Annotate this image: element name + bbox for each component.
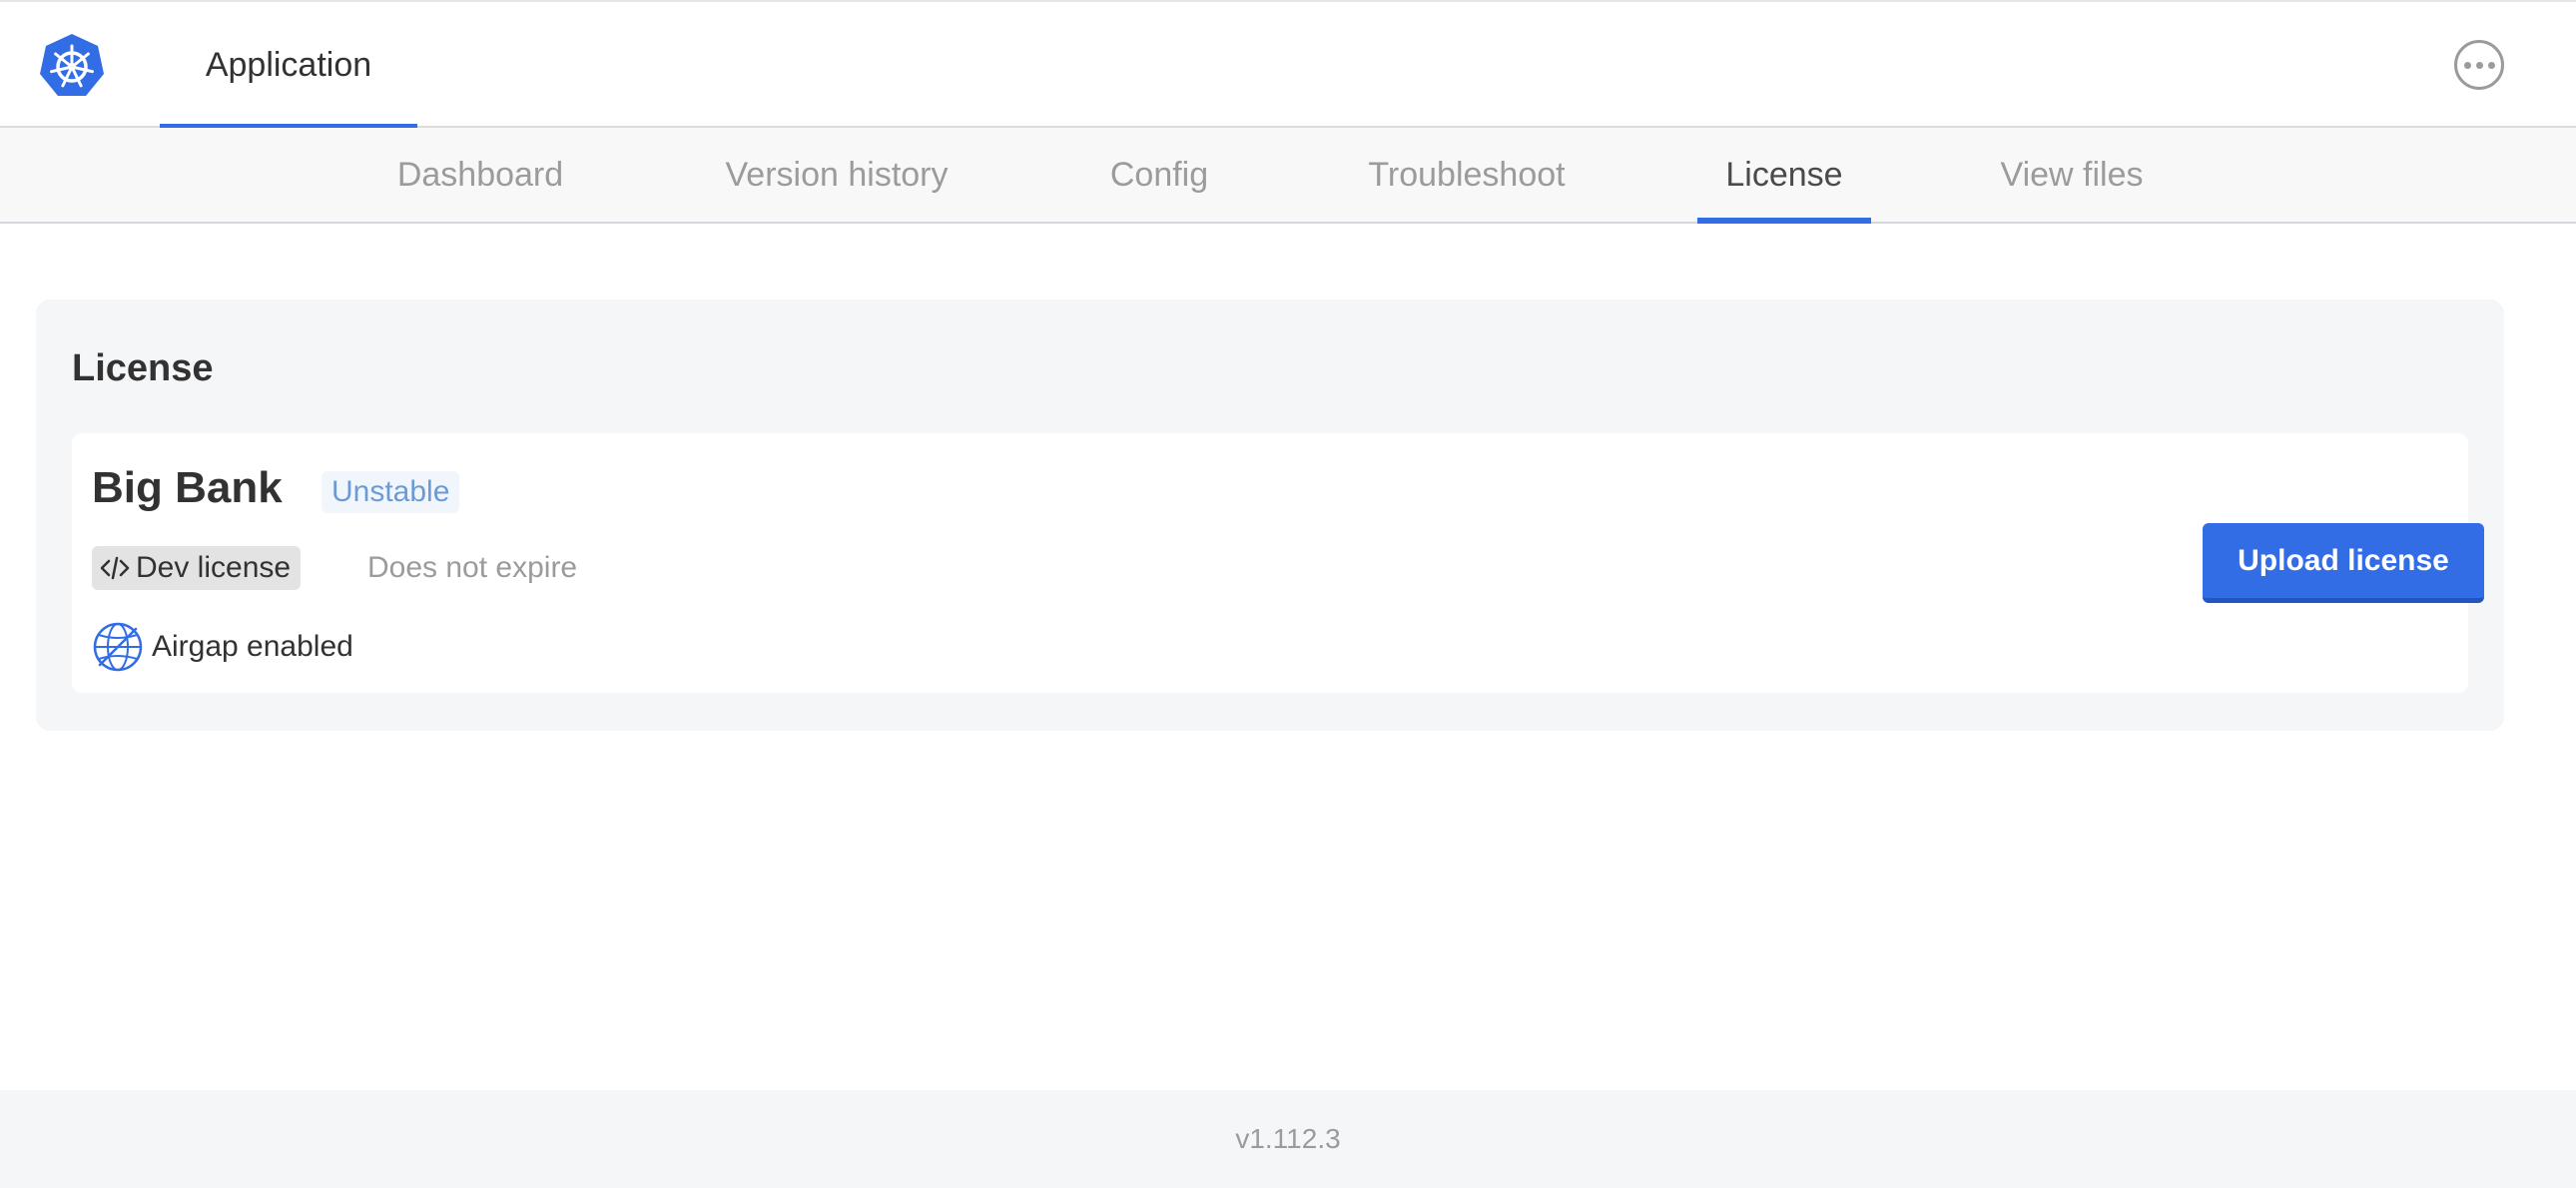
customer-name: Big Bank — [92, 463, 283, 512]
channel-badge: Unstable — [322, 471, 460, 513]
license-panel: License Big Bank Unstable Dev license Do… — [36, 299, 2504, 731]
tab-application[interactable]: Application — [160, 2, 417, 130]
license-card: Big Bank Unstable Dev license Does not e… — [72, 433, 2484, 693]
tab-dashboard[interactable]: Dashboard — [375, 128, 585, 222]
tab-application-label: Application — [205, 45, 372, 84]
tab-license[interactable]: License — [1697, 128, 1871, 224]
tab-view-files[interactable]: View files — [1985, 128, 2159, 222]
dev-license-label: Dev license — [136, 551, 292, 584]
airgap-status: Airgap enabled — [92, 621, 353, 673]
more-options-icon[interactable] — [2454, 40, 2504, 90]
footer: v1.112.3 — [0, 1090, 2576, 1188]
top-header: Application — [0, 0, 2576, 130]
tab-version-history[interactable]: Version history — [699, 128, 974, 222]
upload-license-button[interactable]: Upload license — [2203, 523, 2484, 603]
kubernetes-helm-icon[interactable] — [38, 32, 106, 100]
code-icon — [100, 556, 130, 580]
tab-config[interactable]: Config — [1088, 128, 1230, 222]
page-title: License — [72, 347, 214, 389]
sub-navigation: Dashboard Version history Config Trouble… — [0, 128, 2576, 224]
airgap-globe-icon — [93, 622, 143, 672]
dev-license-badge: Dev license — [92, 546, 302, 590]
expiration-text: Does not expire — [367, 551, 578, 584]
airgap-label: Airgap enabled — [152, 630, 353, 663]
version-label: v1.112.3 — [1235, 1123, 1341, 1154]
tab-troubleshoot[interactable]: Troubleshoot — [1344, 128, 1590, 222]
